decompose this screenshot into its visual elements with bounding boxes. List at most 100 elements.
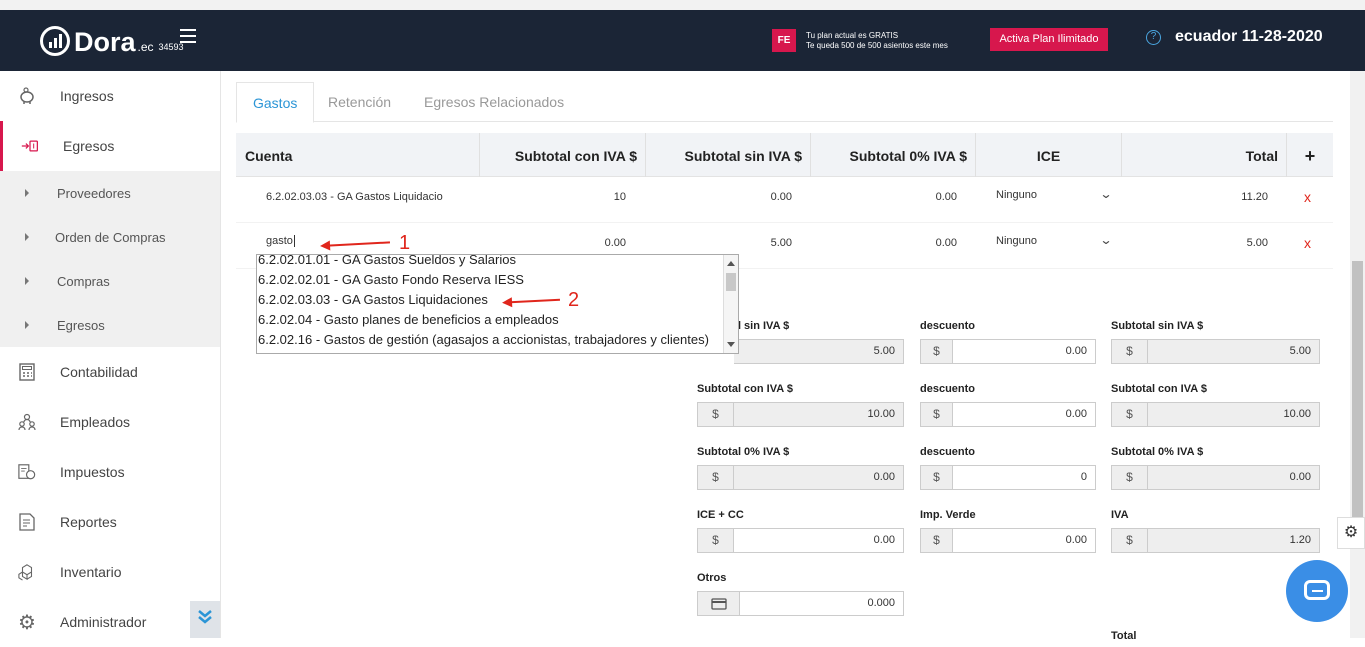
sidebar-item-contabilidad[interactable]: Contabilidad: [0, 347, 220, 397]
autocomplete-option[interactable]: 6.2.02.04 - Gasto planes de beneficios a…: [258, 310, 559, 330]
field-label: ICE + CC: [697, 509, 744, 521]
currency-addon: $: [920, 465, 953, 490]
autocomplete-option[interactable]: 6.2.02.01.01 - GA Gastos Sueldos y Salar…: [258, 255, 516, 270]
imp-verde-input[interactable]: 0.00: [953, 528, 1096, 553]
currency-addon: $: [1111, 528, 1148, 553]
egresos-submenu: Proveedores Orden de Compras Compras Egr…: [0, 171, 220, 347]
sidebar-subitem-egresos[interactable]: Egresos: [0, 303, 220, 347]
sidebar-item-reportes[interactable]: Reportes: [0, 497, 220, 547]
boxes-icon: [18, 563, 36, 581]
sidebar-subitem-proveedores[interactable]: Proveedores: [0, 171, 220, 215]
help-icon[interactable]: ?: [1146, 30, 1161, 45]
ice-cc-input[interactable]: 0.00: [734, 528, 904, 553]
chevron-down-icon: ⌄: [1099, 187, 1113, 201]
dropdown-scrollbar[interactable]: [723, 255, 738, 353]
otros-input[interactable]: 0.000: [740, 591, 904, 616]
scroll-down-icon[interactable]: [727, 342, 735, 347]
column-header-ice: ICE: [975, 133, 1121, 177]
currency-addon: $: [697, 528, 734, 553]
currency-addon: $: [697, 402, 734, 427]
column-header-subtotal-con-iva: Subtotal con IVA $: [479, 133, 645, 177]
cero-iva-cell[interactable]: 0.00: [810, 177, 957, 223]
tab-retencion[interactable]: Retención: [312, 82, 407, 123]
sidebar-item-administrador[interactable]: ⚙ Administrador: [0, 597, 220, 647]
tax-icon: [18, 463, 36, 481]
field-label: descuento: [920, 320, 976, 332]
fe-badge: FE: [772, 29, 796, 52]
annotation-number-1: 1: [399, 232, 411, 254]
page-scrollbar[interactable]: [1350, 71, 1365, 638]
sidebar-subitem-orden-compras[interactable]: Orden de Compras: [0, 215, 220, 259]
table-row: 6.2.02.03.03 - GA Gastos Liquidacio 10 0…: [236, 177, 1333, 223]
delete-row-icon[interactable]: x: [1304, 177, 1311, 217]
annotation-number-2: 2: [568, 289, 580, 311]
currency-addon: $: [1111, 402, 1148, 427]
descuento-con-iva-input[interactable]: 0.00: [953, 402, 1096, 427]
grid-header: Cuenta Subtotal con IVA $ Subtotal sin I…: [236, 133, 1333, 177]
sidebar-item-label: Empleados: [60, 414, 131, 430]
field-label: Subtotal 0% IVA $: [697, 446, 790, 458]
ice-select-value: Ninguno: [996, 235, 1037, 247]
descuento-sin-iva-field: $ 0.00: [920, 339, 1096, 364]
field-label: Otros: [697, 572, 727, 584]
subtotal-0-iva-value: 0.00: [734, 465, 904, 490]
activate-plan-button[interactable]: Activa Plan Ilimitado: [990, 28, 1108, 51]
descuento-con-iva-field: $ 0.00: [920, 402, 1096, 427]
scroll-thumb[interactable]: [726, 273, 736, 291]
ice-select[interactable]: Ninguno ⌄: [996, 187, 1113, 201]
user-date[interactable]: ecuador 11-28-2020: [1175, 28, 1323, 46]
page-scroll-thumb[interactable]: [1352, 261, 1363, 531]
caret-right-icon: [25, 233, 29, 241]
double-chevron-down-icon[interactable]: [190, 601, 220, 638]
sidebar-item-egresos[interactable]: Egresos: [0, 121, 220, 171]
company-id: 34593: [158, 42, 184, 52]
autocomplete-option[interactable]: 6.2.02.02.01 - GA Gasto Fondo Reserva IE…: [258, 270, 524, 290]
currency-addon: $: [920, 528, 953, 553]
sidebar-item-inventario[interactable]: Inventario: [0, 547, 220, 597]
account-search-input[interactable]: gasto: [266, 229, 456, 253]
descuento-0-iva-input[interactable]: 0: [953, 465, 1096, 490]
currency-addon: $: [920, 339, 953, 364]
cuenta-cell[interactable]: 6.2.02.03.03 - GA Gastos Liquidacio: [266, 177, 451, 223]
tab-egresos-relacionados[interactable]: Egresos Relacionados: [408, 82, 580, 123]
field-label: descuento: [920, 383, 976, 395]
tab-gastos[interactable]: Gastos: [236, 82, 315, 123]
chat-icon[interactable]: [1286, 560, 1348, 622]
sin-iva-cell[interactable]: 0.00: [645, 177, 792, 223]
plan-line-1: Tu plan actual es GRATIS: [806, 31, 899, 40]
con-iva-cell[interactable]: 10: [479, 177, 626, 223]
descuento-sin-iva-input[interactable]: 0.00: [953, 339, 1096, 364]
sidebar-item-label: Ingresos: [60, 88, 114, 104]
chevron-down-icon: ⌄: [1099, 233, 1113, 247]
field-label: Subtotal sin IVA $: [1111, 320, 1204, 332]
autocomplete-option[interactable]: 6.2.02.03.03 - GA Gastos Liquidaciones: [258, 290, 488, 310]
currency-addon: $: [1111, 339, 1148, 364]
add-row-button[interactable]: +: [1286, 133, 1333, 177]
sidebar-item-ingresos[interactable]: Ingresos: [0, 71, 220, 121]
report-icon: [18, 513, 36, 531]
settings-gear-icon[interactable]: ⚙: [1337, 517, 1365, 549]
account-search-value: gasto: [266, 235, 293, 247]
ice-cc-field: $ 0.00: [697, 528, 904, 553]
card-icon: [697, 591, 740, 616]
scroll-up-icon[interactable]: [727, 261, 735, 266]
currency-addon: $: [697, 465, 734, 490]
ice-select-value: Ninguno: [996, 189, 1037, 201]
column-header-cuenta: Cuenta: [245, 148, 293, 164]
autocomplete-option[interactable]: 6.2.02.16 - Gastos de gestión (agasajos …: [258, 330, 709, 350]
sidebar-item-label: Inventario: [60, 564, 122, 580]
account-autocomplete-list: 6.2.02.01.01 - GA Gastos Sueldos y Salar…: [256, 254, 739, 354]
ice-select[interactable]: Ninguno ⌄: [996, 233, 1113, 247]
total-cell: 11.20: [1241, 191, 1268, 203]
browser-top-strip: [0, 0, 1365, 10]
currency-addon: $: [1111, 465, 1148, 490]
plan-info: Tu plan actual es GRATIS Te queda 500 de…: [806, 31, 948, 51]
hamburger-menu-icon[interactable]: [180, 29, 196, 43]
sidebar-item-impuestos[interactable]: Impuestos: [0, 447, 220, 497]
sidebar-item-label: Contabilidad: [60, 364, 138, 380]
cero-iva-cell[interactable]: 0.00: [810, 223, 957, 269]
delete-row-icon[interactable]: x: [1304, 223, 1311, 263]
sidebar-subitem-compras[interactable]: Compras: [0, 259, 220, 303]
sidebar-item-empleados[interactable]: Empleados: [0, 397, 220, 447]
logo[interactable]: Dora .ec 34593: [40, 26, 184, 56]
